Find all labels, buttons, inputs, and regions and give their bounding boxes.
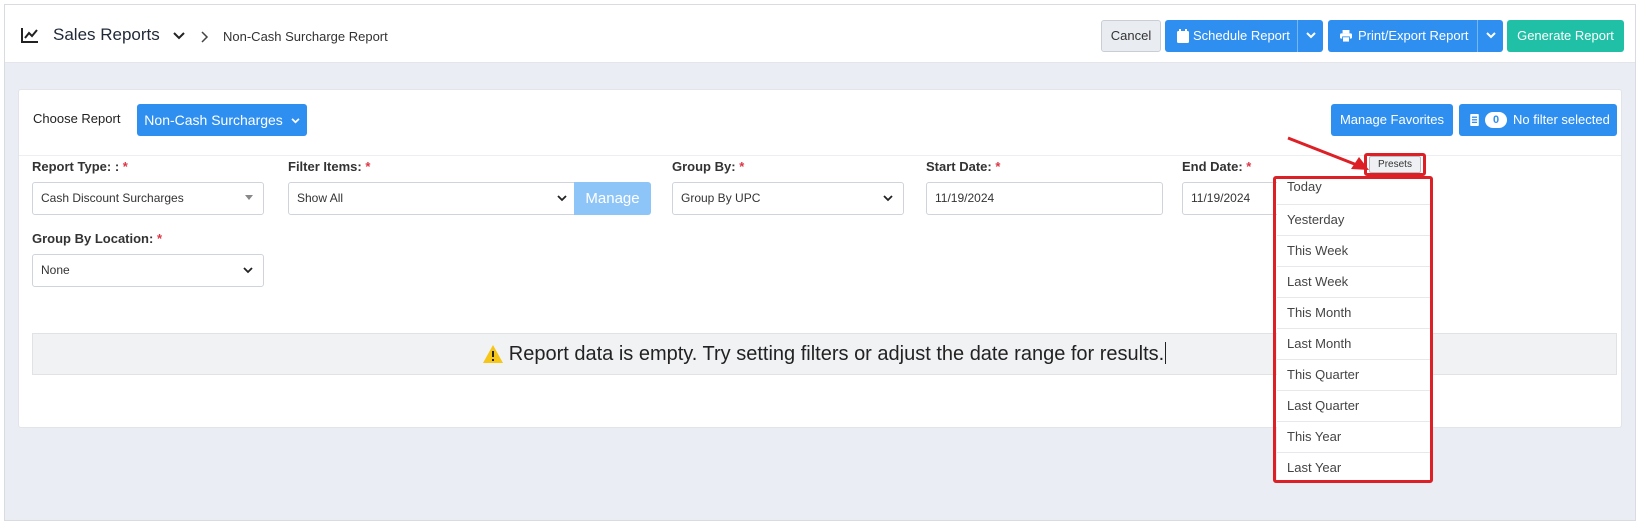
chevron-down-icon (291, 118, 300, 124)
required-mark: * (1246, 159, 1252, 174)
empty-message-text: Report data is empty. Try setting filter… (508, 343, 1165, 365)
required-mark: * (122, 159, 128, 174)
required-mark: * (995, 159, 1001, 174)
filter-count-badge: 0 (1485, 112, 1507, 128)
group-by-location-value: None (41, 263, 70, 277)
caret-down-icon (245, 195, 253, 200)
choose-report-dropdown[interactable]: Non-Cash Surcharges (137, 104, 307, 136)
group-by-label: Group By: * (672, 159, 744, 174)
group-by-label-text: Group By: (672, 159, 736, 174)
filter-list-icon (1470, 114, 1479, 126)
required-mark: * (739, 159, 745, 174)
chevron-down-icon (557, 195, 567, 202)
chevron-down-icon[interactable] (173, 32, 185, 40)
cancel-button[interactable]: Cancel (1101, 20, 1161, 52)
schedule-report-label: Schedule Report (1193, 28, 1290, 43)
group-by-location-label: Group By Location: * (32, 231, 162, 246)
text-cursor (1165, 342, 1167, 364)
chevron-down-icon (883, 195, 893, 202)
manage-favorites-button[interactable]: Manage Favorites (1331, 104, 1453, 136)
group-by-select[interactable]: Group By UPC (672, 182, 904, 215)
required-mark: * (365, 159, 371, 174)
group-by-value: Group By UPC (681, 191, 761, 205)
top-bar: Sales Reports Non-Cash Surcharge Report … (5, 5, 1635, 63)
end-date-label-text: End Date: (1182, 159, 1243, 174)
report-card-header: Choose Report Non-Cash Surcharges Manage… (19, 90, 1621, 156)
chevron-right-icon (201, 31, 209, 43)
print-export-label: Print/Export Report (1358, 28, 1469, 43)
app-frame: Sales Reports Non-Cash Surcharge Report … (4, 4, 1636, 521)
start-date-label-text: Start Date: (926, 159, 992, 174)
manage-filter-button[interactable]: Manage (574, 182, 651, 215)
print-export-button[interactable]: Print/Export Report (1328, 20, 1503, 52)
calendar-icon (1177, 29, 1189, 43)
schedule-dropdown-toggle[interactable] (1297, 20, 1323, 52)
chevron-down-icon (243, 267, 253, 274)
group-by-location-label-text: Group By Location: (32, 231, 154, 246)
presets-button[interactable]: Presets (1369, 156, 1421, 173)
report-type-select[interactable]: Cash Discount Surcharges (32, 182, 264, 215)
choose-report-label: Choose Report (33, 111, 121, 126)
end-date-label: End Date: * (1182, 159, 1251, 174)
filter-items-label: Filter Items: * (288, 159, 370, 174)
printer-icon (1340, 30, 1352, 43)
required-mark: * (156, 231, 163, 246)
report-type-label-text: Report Type: : (32, 159, 120, 174)
report-type-value: Cash Discount Surcharges (41, 191, 184, 205)
schedule-report-button[interactable]: Schedule Report (1165, 20, 1323, 52)
report-type-label: Report Type: : * (32, 159, 128, 174)
breadcrumb-current: Non-Cash Surcharge Report (223, 29, 388, 44)
group-by-location-select[interactable]: None (32, 254, 264, 287)
selected-report: Non-Cash Surcharges (144, 112, 283, 128)
chevron-down-icon (1486, 32, 1496, 39)
annotation-arrow (1287, 136, 1369, 170)
warning-icon (482, 345, 503, 363)
filter-items-value: Show All (297, 191, 344, 205)
filter-status-button[interactable]: 0 No filter selected (1459, 104, 1617, 136)
filter-items-select[interactable]: Show All (288, 182, 578, 215)
page-title[interactable]: Sales Reports (53, 25, 160, 45)
presets-menu-highlight (1273, 176, 1433, 483)
start-date-input[interactable]: 11/19/2024 (926, 182, 1163, 215)
filter-items-label-text: Filter Items: (288, 159, 362, 174)
chevron-down-icon (1306, 32, 1316, 39)
print-dropdown-toggle[interactable] (1477, 20, 1503, 52)
generate-report-button[interactable]: Generate Report (1507, 20, 1624, 52)
chart-line-icon (21, 28, 38, 43)
start-date-label: Start Date: * (926, 159, 1000, 174)
filter-status-label: No filter selected (1513, 112, 1610, 127)
